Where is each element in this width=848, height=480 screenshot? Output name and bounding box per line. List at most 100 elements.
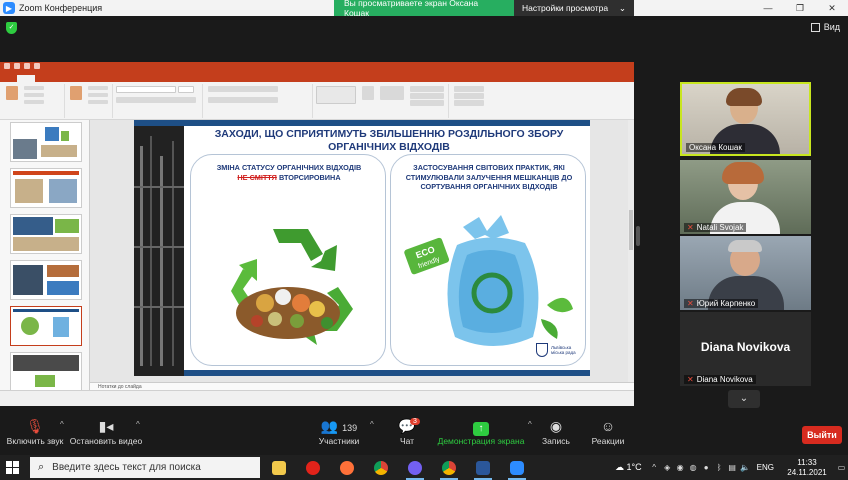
- participant-video-tile[interactable]: Оксана Кошак: [680, 82, 811, 156]
- reactions-button[interactable]: ☺ Реакции: [586, 418, 630, 446]
- taskbar-opera[interactable]: [296, 455, 330, 480]
- participants-button[interactable]: 👥 139 Участники ^: [312, 418, 374, 446]
- muted-microphone-icon: 🎙: [26, 418, 44, 434]
- replace-icon[interactable]: [454, 93, 484, 99]
- notifications-icon[interactable]: ▭: [835, 463, 848, 472]
- video-options-caret[interactable]: ^: [136, 420, 140, 429]
- tray-app-icon[interactable]: ◉: [674, 463, 687, 472]
- participant-video-tile[interactable]: ✕ Natali Svojak: [680, 160, 811, 234]
- slide-notes-pane[interactable]: Нотатки до слайда: [90, 382, 634, 390]
- slide-thumbnail-selected[interactable]: 9: [10, 306, 82, 346]
- slide-thumbnail[interactable]: 7: [10, 214, 82, 254]
- muted-mic-icon: ✕: [687, 223, 694, 232]
- cloud-icon: ☁: [615, 462, 625, 472]
- participants-count: 139: [342, 423, 358, 433]
- taskbar-chrome[interactable]: [364, 455, 398, 480]
- find-icon[interactable]: [454, 86, 484, 92]
- slide-thumbnail[interactable]: 5: [10, 122, 82, 162]
- share-screen-button[interactable]: ↑ Демонстрация экрана ^: [436, 418, 532, 446]
- participants-options-caret[interactable]: ^: [370, 420, 374, 429]
- ppt-tab[interactable]: [82, 75, 98, 82]
- shapes-gallery[interactable]: [316, 86, 356, 104]
- font-size-box[interactable]: [178, 86, 194, 93]
- tray-app-icon[interactable]: ◍: [687, 463, 700, 472]
- volume-icon[interactable]: 🔈: [739, 463, 752, 472]
- ppt-tab[interactable]: [51, 75, 67, 82]
- panel-resize-handle[interactable]: [636, 226, 640, 246]
- tray-app-icon[interactable]: ◈: [661, 463, 674, 472]
- taskbar-clock[interactable]: 11:33 24.11.2021: [779, 458, 835, 478]
- taskbar-chrome-2[interactable]: [432, 455, 466, 480]
- shared-powerpoint-window[interactable]: 5 6 7: [0, 62, 634, 406]
- network-icon[interactable]: ▤: [726, 463, 739, 472]
- slide-canvas[interactable]: ЗАХОДИ, ЩО СПРИЯТИМУТЬ ЗБІЛЬШЕННЮ РОЗДІЛ…: [90, 120, 634, 382]
- ppt-tab-active[interactable]: [17, 75, 35, 82]
- slide-vertical-scrollbar[interactable]: [628, 120, 634, 382]
- bluetooth-icon[interactable]: ᛒ: [713, 463, 726, 472]
- align-icons[interactable]: [208, 97, 278, 103]
- weather-widget[interactable]: ☁ 1°C: [609, 462, 648, 473]
- ppt-tab[interactable]: [35, 75, 51, 82]
- taskbar-word[interactable]: [466, 455, 500, 480]
- share-options-caret[interactable]: ^: [528, 420, 532, 429]
- slide-thumbnail[interactable]: 10: [10, 352, 82, 392]
- minimize-button[interactable]: —: [752, 0, 784, 16]
- ribbon-layout-icon[interactable]: [88, 86, 108, 90]
- ppt-tab[interactable]: [2, 75, 17, 82]
- shape-fill-icon[interactable]: [410, 86, 444, 92]
- audio-options-caret[interactable]: ^: [60, 420, 64, 429]
- ribbon-cut-icon[interactable]: [24, 86, 44, 90]
- ribbon-copy-icon[interactable]: [24, 93, 44, 97]
- tray-chevron-icon[interactable]: ^: [648, 463, 661, 472]
- ppt-tab[interactable]: [98, 75, 116, 82]
- right-panel-text: ЗАСТОСУВАННЯ СВІТОВИХ ПРАКТИК, ЯКІ СТИМУ…: [405, 163, 573, 191]
- participant-avatar-name: Diana Novikova: [700, 340, 791, 354]
- leave-meeting-button[interactable]: Выйти: [802, 426, 842, 444]
- arrange-icon[interactable]: [362, 86, 374, 100]
- paste-icon[interactable]: [6, 86, 18, 100]
- security-shield-icon[interactable]: ✓: [6, 22, 17, 34]
- paragraph-icons[interactable]: [208, 86, 278, 92]
- stop-video-label: Остановить видео: [69, 436, 143, 446]
- chat-button[interactable]: 💬 Чат 3: [390, 418, 424, 446]
- ppt-tab[interactable]: [116, 75, 130, 82]
- participants-label: Участники: [318, 436, 360, 446]
- stop-video-button[interactable]: ▮◂ Остановить видео ^: [68, 418, 144, 446]
- current-slide[interactable]: ЗАХОДИ, ЩО СПРИЯТИМУТЬ ЗБІЛЬШЕННЮ РОЗДІЛ…: [134, 120, 590, 376]
- unmute-button[interactable]: 🎙 Включить звук ^: [4, 418, 66, 446]
- new-slide-icon[interactable]: [70, 86, 82, 100]
- ribbon-format-icon[interactable]: [24, 100, 44, 104]
- view-label: Вид: [823, 22, 840, 32]
- taskbar-viber[interactable]: [398, 455, 432, 480]
- ribbon-section-icon[interactable]: [88, 100, 108, 104]
- tray-app-icon[interactable]: ●: [700, 463, 713, 472]
- participant-video-tile[interactable]: ✕ Юрий Карпенко: [680, 236, 811, 310]
- ppt-tab[interactable]: [67, 75, 82, 82]
- ppt-tab[interactable]: [130, 75, 145, 82]
- select-icon[interactable]: [454, 100, 484, 106]
- shape-effects-icon[interactable]: [410, 100, 444, 106]
- maximize-button[interactable]: ❐: [784, 0, 816, 16]
- close-button[interactable]: ✕: [816, 0, 848, 16]
- slide-thumbnail[interactable]: 6: [10, 168, 82, 208]
- view-button[interactable]: Вид: [810, 22, 840, 32]
- left-panel-line-1: ЗМІНА СТАТУСУ ОРГАНІЧНИХ ВІДХОДІВ: [216, 163, 362, 172]
- taskbar-search-box[interactable]: ⌕ Введите здесь текст для поиска: [30, 457, 260, 478]
- participant-video-tile[interactable]: Diana Novikova ✕ Diana Novikova: [680, 312, 811, 386]
- taskbar-zoom[interactable]: [500, 455, 534, 480]
- window-title: Zoom Конференция: [19, 3, 103, 13]
- record-button[interactable]: ◉ Запись: [536, 418, 576, 446]
- slide-thumbnails-pane[interactable]: 5 6 7: [0, 120, 90, 398]
- input-language[interactable]: ENG: [752, 463, 779, 472]
- quick-styles-icon[interactable]: [380, 86, 404, 100]
- taskbar-file-explorer[interactable]: [262, 455, 296, 480]
- font-format-icons[interactable]: [116, 97, 196, 103]
- slide-thumbnail[interactable]: 8: [10, 260, 82, 300]
- taskbar-firefox[interactable]: [330, 455, 364, 480]
- font-name-box[interactable]: [116, 86, 176, 93]
- scroll-videos-down-button[interactable]: ⌄: [728, 390, 760, 408]
- view-options-button[interactable]: Настройки просмотра ⌄: [514, 0, 634, 16]
- ribbon-reset-icon[interactable]: [88, 93, 108, 97]
- windows-start-icon[interactable]: [6, 461, 19, 474]
- shape-outline-icon[interactable]: [410, 93, 444, 99]
